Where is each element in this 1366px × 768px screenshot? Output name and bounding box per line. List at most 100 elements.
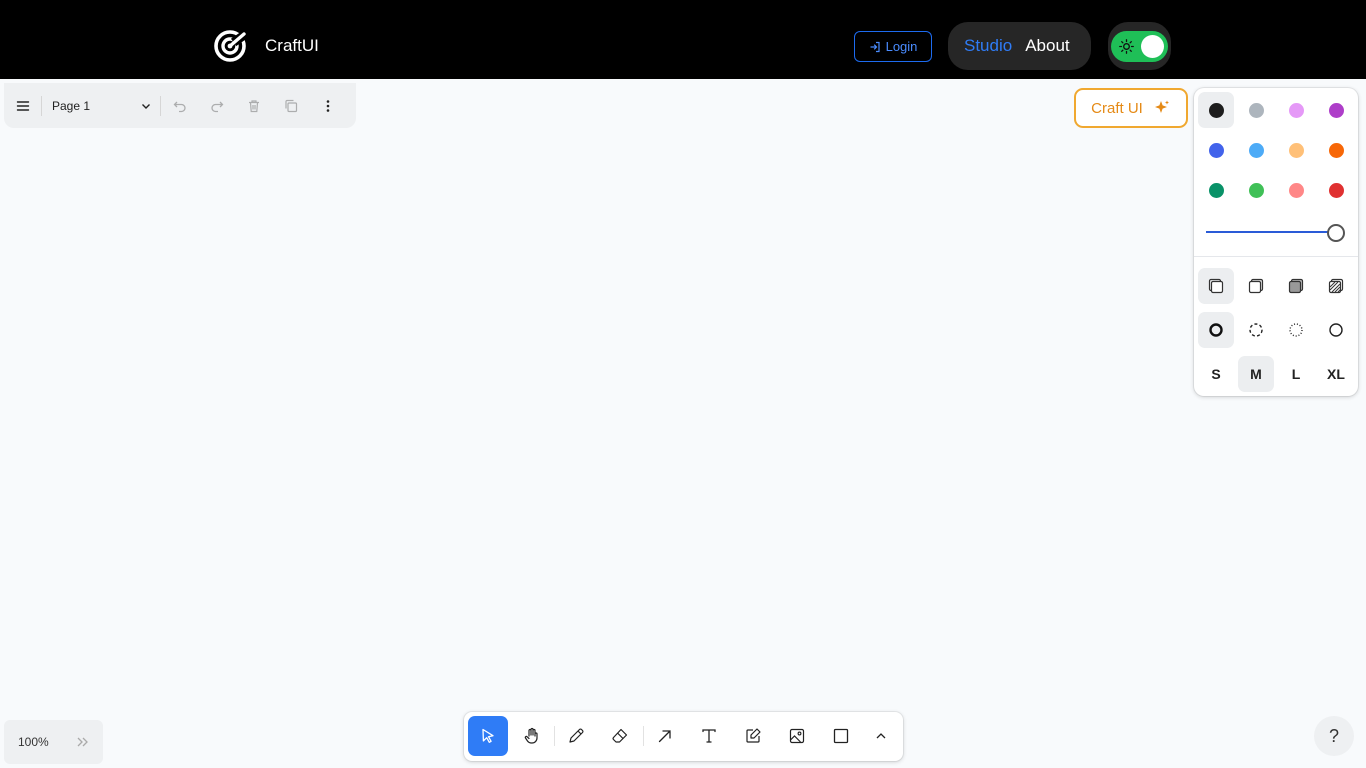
theme-toggle[interactable] [1111,31,1168,62]
undo-button[interactable] [161,87,198,124]
dash-solid-button[interactable] [1318,312,1354,348]
image-tool[interactable] [777,716,817,756]
swatch-dot [1288,142,1304,158]
divider [1194,256,1358,257]
chevrons-right-icon[interactable] [75,734,91,750]
dash-dashed-button[interactable] [1238,312,1274,348]
login-icon [870,41,880,52]
dash-dotted-button[interactable] [1278,312,1314,348]
nav-studio[interactable]: Studio [964,36,1012,56]
rectangle-icon [833,728,849,744]
more-tools-button[interactable] [861,716,901,756]
fill-pattern-icon [1328,278,1344,294]
toggle-knob [1141,35,1164,58]
trash-icon [248,99,259,112]
delete-button[interactable] [235,87,272,124]
more-actions-button[interactable] [309,87,346,124]
size-m-button[interactable]: M [1238,356,1274,392]
color-light-blue[interactable] [1238,132,1274,168]
swatch-dot [1208,142,1224,158]
size-xl-button[interactable]: XL [1318,356,1354,392]
redo-icon [210,101,223,112]
fill-semi-icon [1248,278,1264,294]
opacity-slider-handle[interactable] [1327,224,1345,242]
opacity-slider-track[interactable] [1206,231,1332,233]
fill-none-button[interactable] [1198,268,1234,304]
text-icon [702,729,716,743]
note-icon [746,728,761,743]
note-tool[interactable] [733,716,773,756]
draw-tool[interactable] [556,716,596,756]
color-light-green[interactable] [1238,172,1274,208]
login-label: Login [885,39,918,54]
page-selector[interactable]: Page 1 [42,87,160,124]
separator [643,726,644,746]
color-violet[interactable] [1318,92,1354,128]
swatch-dot [1288,182,1304,198]
cursor-icon [482,728,494,743]
main-menu-button[interactable] [4,87,41,124]
redo-button[interactable] [198,87,235,124]
sparkle-icon [1154,100,1169,113]
duplicate-button[interactable] [272,87,309,124]
rectangle-tool[interactable] [821,716,861,756]
text-tool[interactable] [689,716,729,756]
zoom-level[interactable]: 100% [18,735,49,749]
swatch-dot [1248,142,1264,158]
color-grey[interactable] [1238,92,1274,128]
dash-draw-button[interactable] [1198,312,1234,348]
swatch-dot [1208,182,1224,198]
dash-solid-icon [1329,323,1343,337]
chevron-up-icon [876,733,886,739]
page-name: Page 1 [52,98,91,113]
swatch-dot [1328,142,1344,158]
swatch-dot [1248,102,1264,118]
fill-solid-button[interactable] [1278,268,1314,304]
pencil-icon [569,728,584,743]
brand-name[interactable]: CraftUI [265,36,319,56]
eraser-tool[interactable] [600,716,640,756]
chevron-down-icon [142,103,150,109]
craft-ui-button[interactable]: Craft UI [1074,88,1188,128]
dash-dotted-icon [1289,323,1303,337]
hamburger-menu-icon [16,100,29,111]
color-green[interactable] [1198,172,1234,208]
swatch-dot [1328,102,1344,118]
dash-draw-icon [1209,323,1223,337]
swatch-dot [1208,102,1224,118]
size-s-button[interactable]: S [1198,356,1234,392]
image-icon [789,728,805,744]
arrow-tool[interactable] [645,716,685,756]
login-button[interactable]: Login [854,31,932,62]
color-light-red[interactable] [1278,172,1314,208]
main-nav: Studio About [948,22,1091,70]
color-yellow[interactable] [1278,132,1314,168]
hand-tool[interactable] [512,716,552,756]
craftui-logo-icon[interactable] [213,29,247,63]
swatch-dot [1328,182,1344,198]
color-black[interactable] [1198,92,1234,128]
separator [554,726,555,746]
undo-icon [173,101,186,112]
duplicate-icon [284,99,297,112]
swatch-dot [1288,102,1304,118]
top-navbar: CraftUI Login Studio About [0,0,1366,79]
nav-about[interactable]: About [1025,36,1069,56]
color-blue[interactable] [1198,132,1234,168]
dash-dashed-icon [1249,323,1263,337]
select-tool[interactable] [468,716,508,756]
help-button[interactable]: ? [1314,716,1354,756]
hand-icon [524,727,538,744]
fill-semi-button[interactable] [1238,268,1274,304]
zoom-panel: 100% [4,720,103,764]
size-l-button[interactable]: L [1278,356,1314,392]
fill-solid-icon [1288,278,1304,294]
fill-pattern-button[interactable] [1318,268,1354,304]
fill-none-icon [1208,278,1224,294]
color-red[interactable] [1318,172,1354,208]
style-panel: S M L XL [1194,88,1358,396]
color-orange[interactable] [1318,132,1354,168]
swatch-dot [1248,182,1264,198]
color-light-violet[interactable] [1278,92,1314,128]
craft-ui-label: Craft UI [1091,99,1143,117]
